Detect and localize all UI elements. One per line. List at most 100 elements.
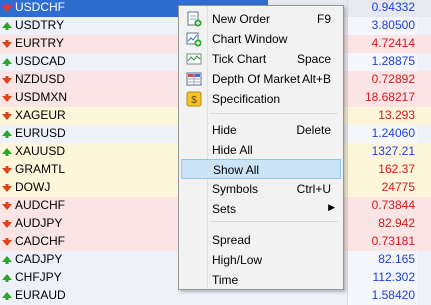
price-up-arrow-icon: [2, 130, 12, 138]
price-cell: 0.94332: [347, 0, 417, 17]
price-up-arrow-icon: [2, 22, 12, 30]
price-cell: 18.68217: [347, 89, 417, 107]
price-cell: 1327.21: [347, 143, 417, 161]
menu-item-label: Tick Chart: [212, 52, 267, 66]
price-up-arrow-icon: [2, 58, 12, 66]
price-up-arrow-icon: [2, 274, 12, 282]
price-cell: 13.293: [347, 107, 417, 125]
row-edge-cell: [417, 179, 431, 197]
menu-item-shortcut: F9: [316, 12, 331, 26]
menu-item-shortcut: Ctrl+U: [296, 182, 331, 196]
menu-separator: [210, 113, 338, 114]
symbol-name: DOWJ: [15, 180, 51, 194]
price-down-arrow-icon: [2, 94, 12, 102]
menu-item-specification[interactable]: $ Specification: [181, 89, 341, 109]
price-cell: 24775: [347, 179, 417, 197]
menu-item-label: Symbols: [212, 182, 259, 196]
symbol-name: AUDCHF: [15, 198, 65, 212]
submenu-arrow-icon: ▶: [328, 202, 335, 212]
symbol-name: EURAUD: [15, 288, 66, 302]
price-down-arrow-icon: [2, 4, 12, 12]
price-down-arrow-icon: [2, 166, 12, 174]
menu-item-show-all[interactable]: Show All: [181, 159, 341, 179]
menu-item-hide[interactable]: Hide Delete: [181, 120, 341, 140]
new-order-icon: [186, 11, 202, 27]
symbol-name: CADCHF: [15, 234, 65, 248]
price-down-arrow-icon: [2, 220, 12, 228]
menu-item-label: High/Low: [212, 253, 263, 267]
row-edge-cell: [417, 107, 431, 125]
price-cell: 4.72414: [347, 35, 417, 53]
price-cell: 82.942: [347, 215, 417, 233]
menu-item-hide-all[interactable]: Hide All: [181, 140, 341, 160]
menu-item-shortcut: Space: [296, 52, 331, 66]
menu-item-time[interactable]: Time: [181, 270, 341, 290]
symbol-name: CHFJPY: [15, 270, 62, 284]
menu-item-label: Spread: [212, 233, 251, 247]
row-edge-cell: [417, 53, 431, 71]
menu-item-shortcut: Alt+B: [301, 72, 331, 86]
price-up-arrow-icon: [2, 148, 12, 156]
menu-item-sets[interactable]: Sets ▶: [181, 199, 341, 219]
symbol-context-menu: New Order F9 Chart Window Tick Chart Space De…: [178, 5, 344, 290]
menu-item-label: Sets: [212, 202, 237, 216]
row-edge-cell: [417, 233, 431, 251]
row-edge-cell: [417, 197, 431, 215]
price-down-arrow-icon: [2, 202, 12, 210]
price-cell: 3.80500: [347, 17, 417, 35]
price-down-arrow-icon: [2, 184, 12, 192]
symbol-name: GRAMTL: [15, 162, 66, 176]
price-cell: 1.58420: [347, 287, 417, 305]
price-down-arrow-icon: [2, 76, 12, 84]
row-edge-cell: [417, 71, 431, 89]
menu-item-chart-window[interactable]: Chart Window: [181, 29, 341, 49]
row-edge-cell: [417, 251, 431, 269]
row-edge-cell: [417, 161, 431, 179]
price-down-arrow-icon: [2, 112, 12, 120]
symbol-name: USDCAD: [15, 54, 66, 68]
row-edge-cell: [417, 215, 431, 233]
menu-item-spread[interactable]: Spread: [181, 230, 341, 250]
menu-item-label: Hide: [212, 123, 237, 137]
menu-item-tick-chart[interactable]: Tick Chart Space: [181, 49, 341, 69]
row-edge-cell: [417, 17, 431, 35]
row-edge-cell: [417, 35, 431, 53]
row-edge-cell: [417, 143, 431, 161]
price-cell: 0.73181: [347, 233, 417, 251]
row-edge-cell: [417, 269, 431, 287]
price-up-arrow-icon: [2, 256, 12, 264]
depth-of-market-icon: [186, 71, 202, 87]
price-down-arrow-icon: [2, 40, 12, 48]
menu-item-label: Time: [212, 273, 239, 287]
price-cell: 82.165: [347, 251, 417, 269]
menu-item-label: Specification: [212, 92, 281, 106]
menu-item-label: Hide All: [212, 143, 253, 157]
price-cell: 162.37: [347, 161, 417, 179]
symbol-name: USDCHF: [15, 0, 65, 14]
menu-item-symbols[interactable]: Symbols Ctrl+U: [181, 179, 341, 199]
symbol-name: EURUSD: [15, 126, 66, 140]
menu-item-label: Show All: [213, 163, 260, 177]
symbol-name: NZDUSD: [15, 72, 65, 86]
tick-chart-icon: [186, 51, 202, 67]
symbol-name: XAUUSD: [15, 144, 66, 158]
menu-item-high-low[interactable]: High/Low: [181, 250, 341, 270]
menu-item-label: Depth Of Market: [212, 72, 301, 86]
price-cell: 0.73844: [347, 197, 417, 215]
price-up-arrow-icon: [2, 292, 12, 300]
price-cell: 1.24060: [347, 125, 417, 143]
menu-item-new-order[interactable]: New Order F9: [181, 9, 341, 29]
symbol-name: CADJPY: [15, 252, 63, 266]
price-cell: 112.302: [347, 269, 417, 287]
row-edge-cell: [417, 125, 431, 143]
symbol-name: EURTRY: [15, 36, 64, 50]
menu-item-label: New Order: [212, 12, 271, 26]
price-cell: 0.72892: [347, 71, 417, 89]
menu-item-depth-of-market[interactable]: Depth Of Market Alt+B: [181, 69, 341, 89]
specification-icon: $: [186, 91, 202, 107]
menu-separator: [210, 221, 338, 222]
menu-item-label: Chart Window: [212, 32, 288, 46]
chart-window-icon: [186, 31, 202, 47]
symbol-name: USDTRY: [15, 18, 65, 32]
symbol-name: XAGEUR: [15, 108, 66, 122]
